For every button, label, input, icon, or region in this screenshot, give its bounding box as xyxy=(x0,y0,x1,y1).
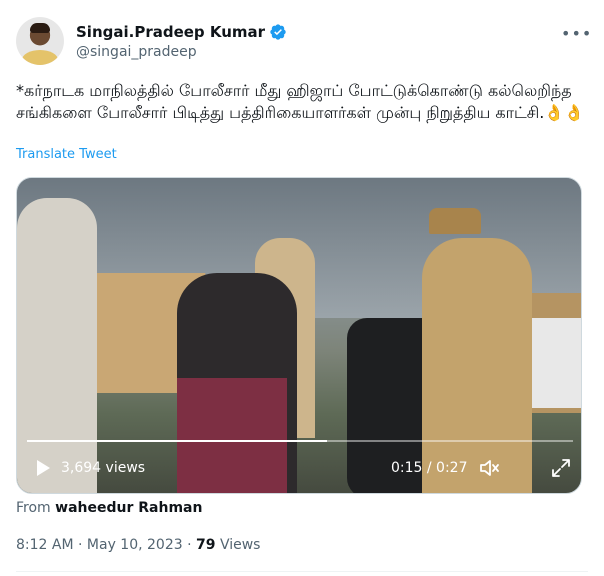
video-time-label: 0:15 / 0:27 xyxy=(391,460,468,476)
tweet-views-count: 79 xyxy=(196,537,216,553)
video-views: 3,694 views xyxy=(61,456,145,480)
divider xyxy=(16,571,588,572)
verified-badge-icon xyxy=(270,24,286,40)
avatar-hair xyxy=(30,23,50,33)
video-player[interactable]: 3,694 views 0:15 / 0:27 xyxy=(16,177,582,494)
attribution-source-link[interactable]: waheedur Rahman xyxy=(55,500,202,516)
video-frame-police-cap xyxy=(429,208,481,234)
tweet-date[interactable]: May 10, 2023 xyxy=(87,537,183,553)
avatar[interactable] xyxy=(16,17,64,65)
video-attribution: From waheedur Rahman xyxy=(16,500,202,516)
translate-tweet-link[interactable]: Translate Tweet xyxy=(16,147,117,162)
video-scrubber[interactable] xyxy=(27,440,573,442)
video-progress-fill xyxy=(27,440,328,442)
tweet-views-label: Views xyxy=(219,537,261,553)
video-time: 0:15 / 0:27 xyxy=(391,456,468,480)
meta-separator: · xyxy=(187,537,192,553)
tweet-meta: 8:12 AM · May 10, 2023 · 79 Views xyxy=(16,537,260,553)
avatar-shirt xyxy=(22,50,58,65)
author-handle[interactable]: @singai_pradeep xyxy=(76,44,197,60)
video-views-label: 3,694 views xyxy=(61,460,146,476)
meta-separator: · xyxy=(78,537,83,553)
author-name-row: Singai.Pradeep Kumar xyxy=(76,22,287,42)
mute-button[interactable] xyxy=(479,456,501,480)
attribution-prefix: From xyxy=(16,500,51,516)
volume-muted-icon xyxy=(480,460,499,476)
tweet-time[interactable]: 8:12 AM xyxy=(16,537,74,553)
more-options-icon[interactable]: ••• xyxy=(561,24,591,44)
author-display-name[interactable]: Singai.Pradeep Kumar xyxy=(76,23,265,41)
video-frame-person-left xyxy=(17,198,97,493)
play-icon xyxy=(37,460,50,476)
video-frame-person-hijab-skirt xyxy=(177,378,287,493)
fullscreen-icon xyxy=(552,459,570,477)
tweet: Singai.Pradeep Kumar @singai_pradeep •••… xyxy=(0,0,604,576)
tweet-text: *கர்நாடக மாநிலத்தில் போலீசார் மீது ஹிஜாப… xyxy=(16,81,585,122)
fullscreen-button[interactable] xyxy=(551,456,571,480)
play-button[interactable] xyxy=(33,456,53,480)
